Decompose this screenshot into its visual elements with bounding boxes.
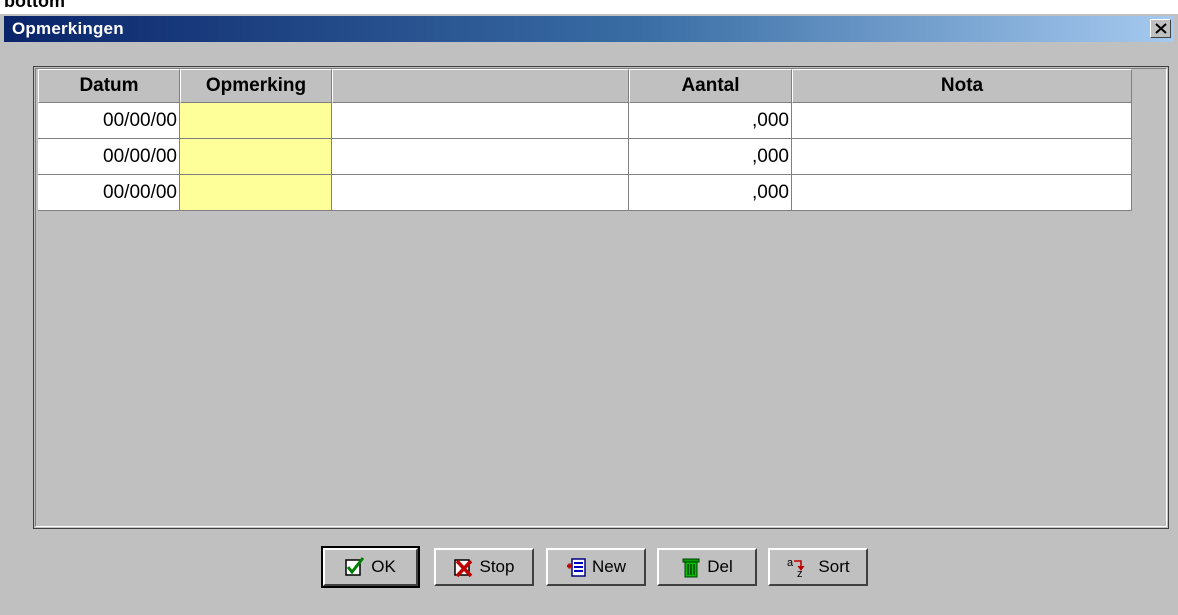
new-button[interactable]: New	[546, 548, 646, 586]
del-label: Del	[707, 557, 733, 576]
close-button[interactable]	[1150, 19, 1171, 38]
trash-icon	[681, 556, 701, 578]
omschrijving-cell[interactable]	[332, 175, 629, 211]
column-header-opmerking[interactable]: Opmerking	[180, 69, 332, 103]
grid-header-row: Datum Opmerking Aantal Nota	[38, 69, 1132, 103]
column-header-blank[interactable]	[332, 69, 629, 103]
checkmark-icon	[345, 556, 365, 578]
close-icon	[1155, 23, 1167, 34]
opmerking-cell[interactable]	[180, 139, 332, 175]
background-window-strip: bottom	[0, 0, 1178, 14]
aantal-cell[interactable]: ,000	[629, 103, 792, 139]
stop-label: Stop	[479, 557, 515, 576]
del-button[interactable]: Del	[657, 548, 757, 586]
stop-button[interactable]: Stop	[434, 548, 534, 586]
ok-button[interactable]: OK	[321, 546, 420, 588]
title-bar[interactable]: Opmerkingen	[4, 16, 1174, 42]
new-record-icon	[566, 556, 586, 578]
remarks-grid-panel: Datum Opmerking Aantal Nota 00/00/00 ,00…	[33, 66, 1169, 529]
ok-label: OK	[371, 557, 396, 576]
background-window-text: bottom	[4, 0, 65, 11]
column-header-datum[interactable]: Datum	[38, 69, 180, 103]
sort-icon-a: a	[787, 557, 794, 569]
nota-cell[interactable]	[792, 139, 1132, 175]
nota-cell[interactable]	[792, 175, 1132, 211]
opmerkingen-dialog: Opmerkingen Datum Opmerking Aantal Nota …	[0, 14, 1178, 615]
window-title: Opmerkingen	[12, 19, 124, 38]
aantal-cell[interactable]: ,000	[629, 139, 792, 175]
nota-cell[interactable]	[792, 103, 1132, 139]
datum-cell[interactable]: 00/00/00	[38, 103, 180, 139]
aantal-cell[interactable]: ,000	[629, 175, 792, 211]
datum-cell[interactable]: 00/00/00	[38, 175, 180, 211]
datum-cell[interactable]: 00/00/00	[38, 139, 180, 175]
sort-az-icon: a z	[786, 556, 812, 580]
table-row: 00/00/00 ,000	[38, 175, 1132, 211]
cross-icon	[453, 556, 474, 578]
column-header-nota[interactable]: Nota	[792, 69, 1132, 103]
new-label: New	[591, 557, 626, 576]
table-row: 00/00/00 ,000	[38, 103, 1132, 139]
column-header-aantal[interactable]: Aantal	[629, 69, 792, 103]
opmerking-cell[interactable]	[180, 175, 332, 211]
opmerking-cell[interactable]	[180, 103, 332, 139]
omschrijving-cell[interactable]	[332, 103, 629, 139]
sort-button[interactable]: a z Sort	[768, 548, 868, 586]
table-row: 00/00/00 ,000	[38, 139, 1132, 175]
remarks-grid: Datum Opmerking Aantal Nota 00/00/00 ,00…	[38, 69, 1132, 211]
omschrijving-cell[interactable]	[332, 139, 629, 175]
sort-label: Sort	[818, 557, 850, 576]
